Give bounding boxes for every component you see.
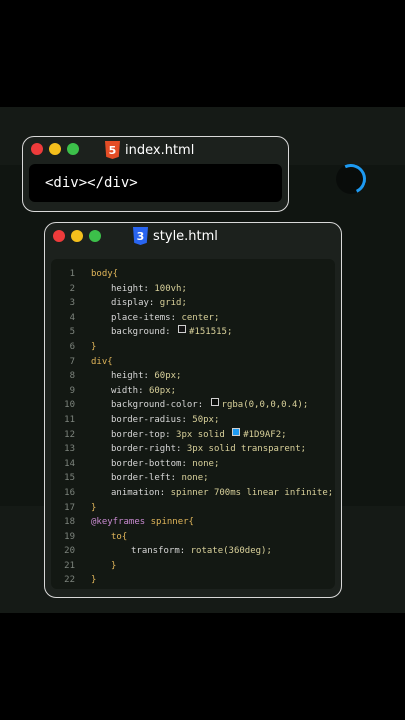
code-line: 11 border-radius: 50px; (64, 414, 220, 425)
code-line: 21} (64, 560, 117, 571)
code-line: 14 border-bottom: none; (64, 458, 220, 469)
code-line: 2 height: 100vh; (69, 283, 187, 294)
css-editor-window: 3 style.html 1 body{ 2 height: 100vh; 3 dis… (44, 222, 342, 598)
window-controls (31, 143, 79, 155)
code-line: 9 width: 60px; (69, 385, 177, 396)
code-line: 18 @keyframes spinner{ (64, 517, 194, 528)
code-line: 1 body{ (69, 269, 119, 279)
close-dot[interactable] (53, 230, 65, 242)
code-line: 19 to{ (64, 531, 128, 542)
color-swatch-icon (232, 427, 241, 436)
code-line: 22} (64, 575, 97, 586)
code-line: 6} (69, 341, 97, 352)
code-line: 4 place-items: center; (69, 312, 220, 323)
color-swatch-icon (178, 325, 187, 334)
maximize-dot[interactable] (89, 230, 101, 242)
window-controls (53, 230, 101, 242)
html-code-area[interactable]: <div></div> (29, 164, 282, 202)
code-line: 3 display: grid; (69, 298, 187, 309)
code-line: 8 height: 60px; (69, 371, 182, 382)
color-swatch-icon (210, 398, 219, 407)
close-dot[interactable] (31, 143, 43, 155)
code-line: 15 border-left: none; (64, 473, 209, 484)
maximize-dot[interactable] (67, 143, 79, 155)
code-line: 12 border-top: 3px solid #1D9AF2; (64, 427, 287, 440)
html-file-name: index.html (125, 142, 195, 158)
minimize-dot[interactable] (71, 230, 83, 242)
code-line: 16 animation: spinner 700ms linear infini… (64, 487, 334, 498)
html-editor-window: 5 index.html <div></div> (22, 136, 289, 212)
html-window-title: 5 index.html (105, 141, 194, 159)
code-line: 7 div{ (69, 356, 113, 367)
code-line: 5 background: #151515; (69, 325, 233, 338)
code-line: 17} (64, 502, 97, 513)
minimize-dot[interactable] (49, 143, 61, 155)
css3-icon: 3 (133, 227, 148, 245)
code-line: 13 border-right: 3px solid transparent; (64, 444, 307, 455)
css-code-lines: 1 body{ 2 height: 100vh; 3 display: grid; 4… (61, 267, 333, 588)
code-line: 20 transform: rotate(360deg); (64, 546, 272, 557)
css-file-name: style.html (153, 228, 218, 244)
html5-icon: 5 (105, 141, 120, 159)
code-line: 10 background-color: rgba(0,0,0,0.4); (64, 398, 309, 411)
css-window-title: 3 style.html (133, 227, 218, 245)
html-code-text: <div></div> (45, 175, 138, 191)
